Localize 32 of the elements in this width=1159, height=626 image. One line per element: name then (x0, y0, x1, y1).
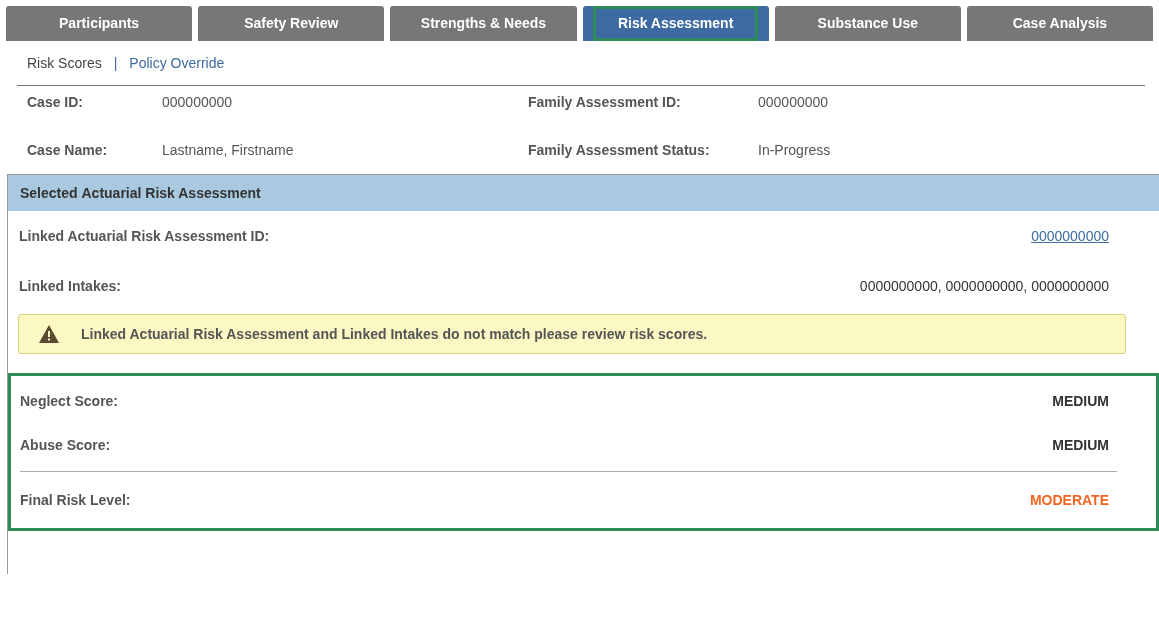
field-label: Linked Actuarial Risk Assessment ID: (19, 226, 270, 246)
score-label: Neglect Score: (20, 391, 119, 411)
tab[interactable]: Substance Use (774, 6, 961, 41)
field-value: 000000000 (162, 93, 234, 112)
warning-icon (39, 325, 59, 343)
score-value: MEDIUM (1052, 435, 1109, 455)
highlight-frame: Substance Use (792, 6, 943, 41)
score-value: MEDIUM (1052, 391, 1109, 411)
field-label: Family Assessment ID: (528, 93, 682, 112)
field-value: 000000000 (758, 93, 830, 112)
tab[interactable]: Case Analysis (966, 6, 1154, 41)
score-value: MODERATE (1029, 490, 1109, 510)
highlight-frame: Participants (34, 6, 165, 41)
field-value: In-Progress (758, 141, 832, 160)
warning-message: Linked Actuarial Risk Assessment and Linked Intakes do not match please review risk scores. (81, 324, 708, 344)
section-header: Selected Actuarial Risk Assessment (8, 174, 1159, 211)
tab[interactable]: Participants (6, 6, 193, 41)
tab[interactable]: Safety Review (198, 6, 385, 41)
field-label: Case Name: (27, 141, 109, 160)
score-label: Final Risk Level: (20, 490, 131, 510)
field-label: Family Assessment Status: (528, 141, 711, 160)
sub-nav-link[interactable]: Policy Override (129, 52, 225, 74)
separator: | (113, 53, 118, 73)
field-label: Case ID: (27, 93, 85, 112)
sub-nav-link[interactable]: Risk Scores (27, 52, 102, 74)
field-value: Lastname, Firstname (162, 141, 295, 160)
field-value: 0000000000, 0000000000, 0000000000 (859, 276, 1109, 296)
highlight-frame: Safety Review (219, 6, 364, 41)
highlight-frame: Case Analysis (987, 6, 1133, 41)
assessment-id-link[interactable]: 0000000000 (1031, 225, 1109, 247)
field-label: Linked Intakes: (19, 276, 121, 296)
score-label: Abuse Score: (20, 435, 111, 455)
